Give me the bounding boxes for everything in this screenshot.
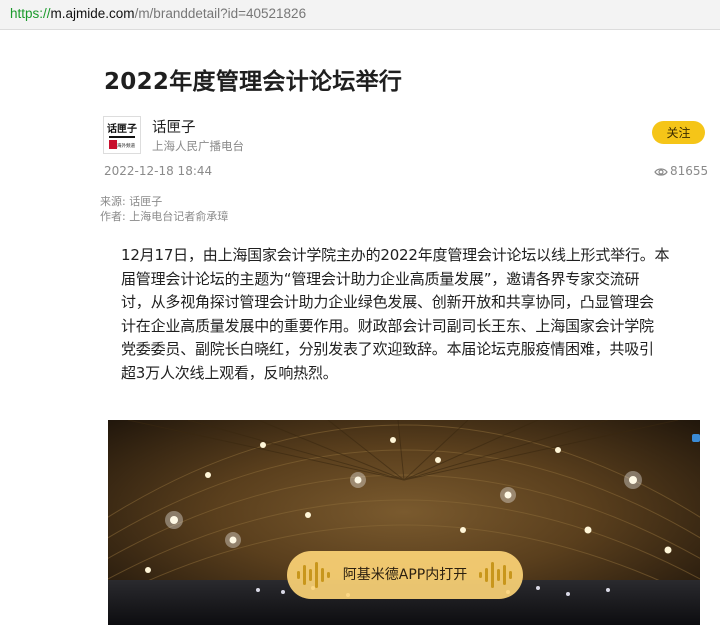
view-count-value: 81655 bbox=[670, 164, 709, 178]
article-body: 12月17日，由上海国家会计学院主办的2022年度管理会计论坛以线上形式举行。本… bbox=[121, 244, 705, 385]
body-line: 讨，从多视角探讨管理会计助力企业绿色发展、创新开放和共享协同，凸显管理会 bbox=[121, 293, 654, 311]
publish-datetime: 2022-12-18 18:44 bbox=[104, 164, 213, 178]
avatar-logo: 话匣子 海外频道 bbox=[104, 117, 140, 153]
author-avatar[interactable]: 话匣子 海外频道 bbox=[103, 116, 141, 154]
body-line: 12月17日，由上海国家会计学院主办的2022年度管理会计论坛以线上形式举行。本 bbox=[121, 246, 670, 264]
url-path: /m/branddetail?id=40521826 bbox=[134, 6, 307, 21]
eye-icon bbox=[654, 168, 668, 176]
browser-address-bar[interactable]: https://m.ajmide.com/m/branddetail?id=40… bbox=[0, 0, 720, 30]
url-host: m.ajmide.com bbox=[50, 6, 135, 21]
article-source: 来源: 话匣子 bbox=[100, 195, 163, 208]
follow-button[interactable]: 关注 bbox=[652, 121, 705, 144]
author-station: 上海人民广播电台 bbox=[152, 139, 244, 153]
body-line: 超3万人次线上观看，反响热烈。 bbox=[121, 363, 338, 382]
body-line: 届管理会计论坛的主题为“管理会计助力企业高质量发展”，邀请各界专家交流研 bbox=[121, 269, 640, 288]
avatar-logo-subtext: 海外频道 bbox=[117, 142, 135, 149]
article-title: 2022年度管理会计论坛举行 bbox=[104, 69, 403, 95]
corner-badge-icon bbox=[692, 434, 700, 442]
url-scheme: https:// bbox=[10, 6, 51, 21]
body-line: 党委委员、副院长白晓红，分别发表了欢迎致辞。本届论坛克服疫情困难，共吸引 bbox=[121, 340, 654, 358]
url-text[interactable]: https://m.ajmide.com/m/branddetail?id=40… bbox=[10, 6, 306, 21]
avatar-logo-text: 话匣子 bbox=[107, 122, 137, 135]
view-count: 81655 bbox=[654, 164, 708, 178]
body-line: 计在企业高质量发展中的重要作用。财政部会计司副司长王东、上海国家会计学院 bbox=[121, 316, 654, 335]
audio-wave-icon bbox=[479, 562, 512, 588]
article-reporter: 作者: 上海电台记者俞承璋 bbox=[100, 210, 229, 223]
author-name[interactable]: 话匣子 bbox=[152, 116, 196, 137]
open-in-app-button[interactable]: 阿基米德APP内打开 bbox=[287, 551, 523, 599]
